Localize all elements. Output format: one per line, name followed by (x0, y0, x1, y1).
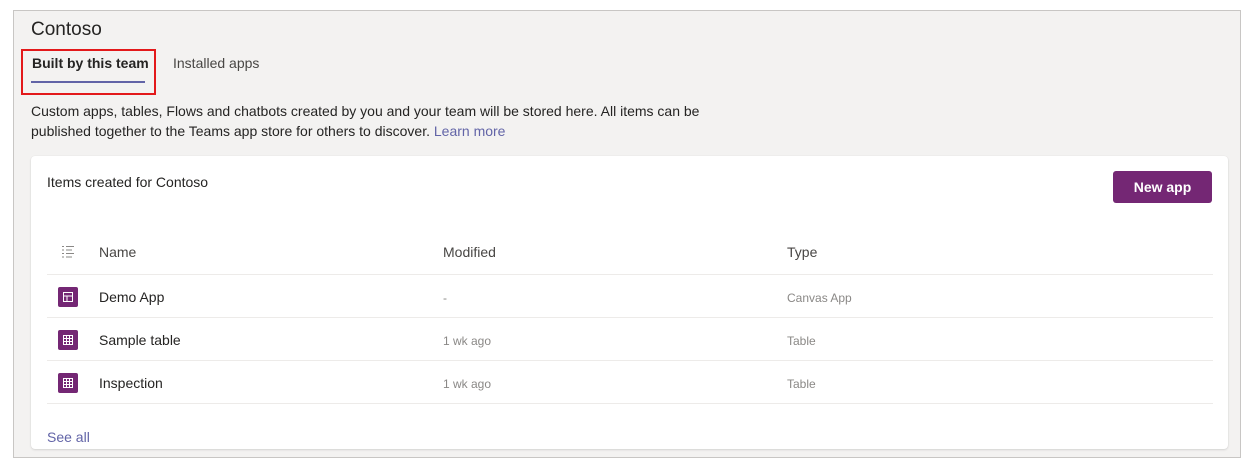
tab-highlight-box (21, 49, 156, 95)
column-header-modified[interactable]: Modified (443, 244, 496, 260)
tab-installed-apps[interactable]: Installed apps (173, 55, 259, 71)
items-card: Items created for Contoso New app Name M… (31, 156, 1228, 449)
table-icon (58, 373, 78, 393)
team-panel: Contoso Built by this team Installed app… (13, 10, 1241, 458)
row-divider (47, 274, 1213, 275)
canvas-app-icon (58, 287, 78, 307)
row-type: Canvas App (787, 291, 852, 305)
row-name[interactable]: Inspection (99, 375, 163, 391)
row-modified: 1 wk ago (443, 377, 492, 391)
row-divider (47, 360, 1213, 361)
row-modified: - (443, 291, 447, 305)
row-type: Table (787, 377, 816, 391)
learn-more-link[interactable]: Learn more (434, 123, 506, 139)
column-header-type[interactable]: Type (787, 244, 817, 260)
team-title: Contoso (31, 19, 102, 40)
new-app-button[interactable]: New app (1113, 171, 1212, 203)
table-icon (58, 330, 78, 350)
row-type: Table (787, 334, 816, 348)
column-header-name[interactable]: Name (99, 244, 136, 260)
row-name[interactable]: Sample table (99, 332, 181, 348)
row-divider (47, 317, 1213, 318)
card-title: Items created for Contoso (47, 174, 209, 190)
list-view-icon[interactable] (61, 245, 75, 259)
row-divider (47, 403, 1213, 404)
description-text: Custom apps, tables, Flows and chatbots … (31, 103, 700, 139)
row-name[interactable]: Demo App (99, 289, 164, 305)
see-all-link[interactable]: See all (47, 429, 90, 445)
row-modified: 1 wk ago (443, 334, 492, 348)
description: Custom apps, tables, Flows and chatbots … (31, 102, 731, 141)
